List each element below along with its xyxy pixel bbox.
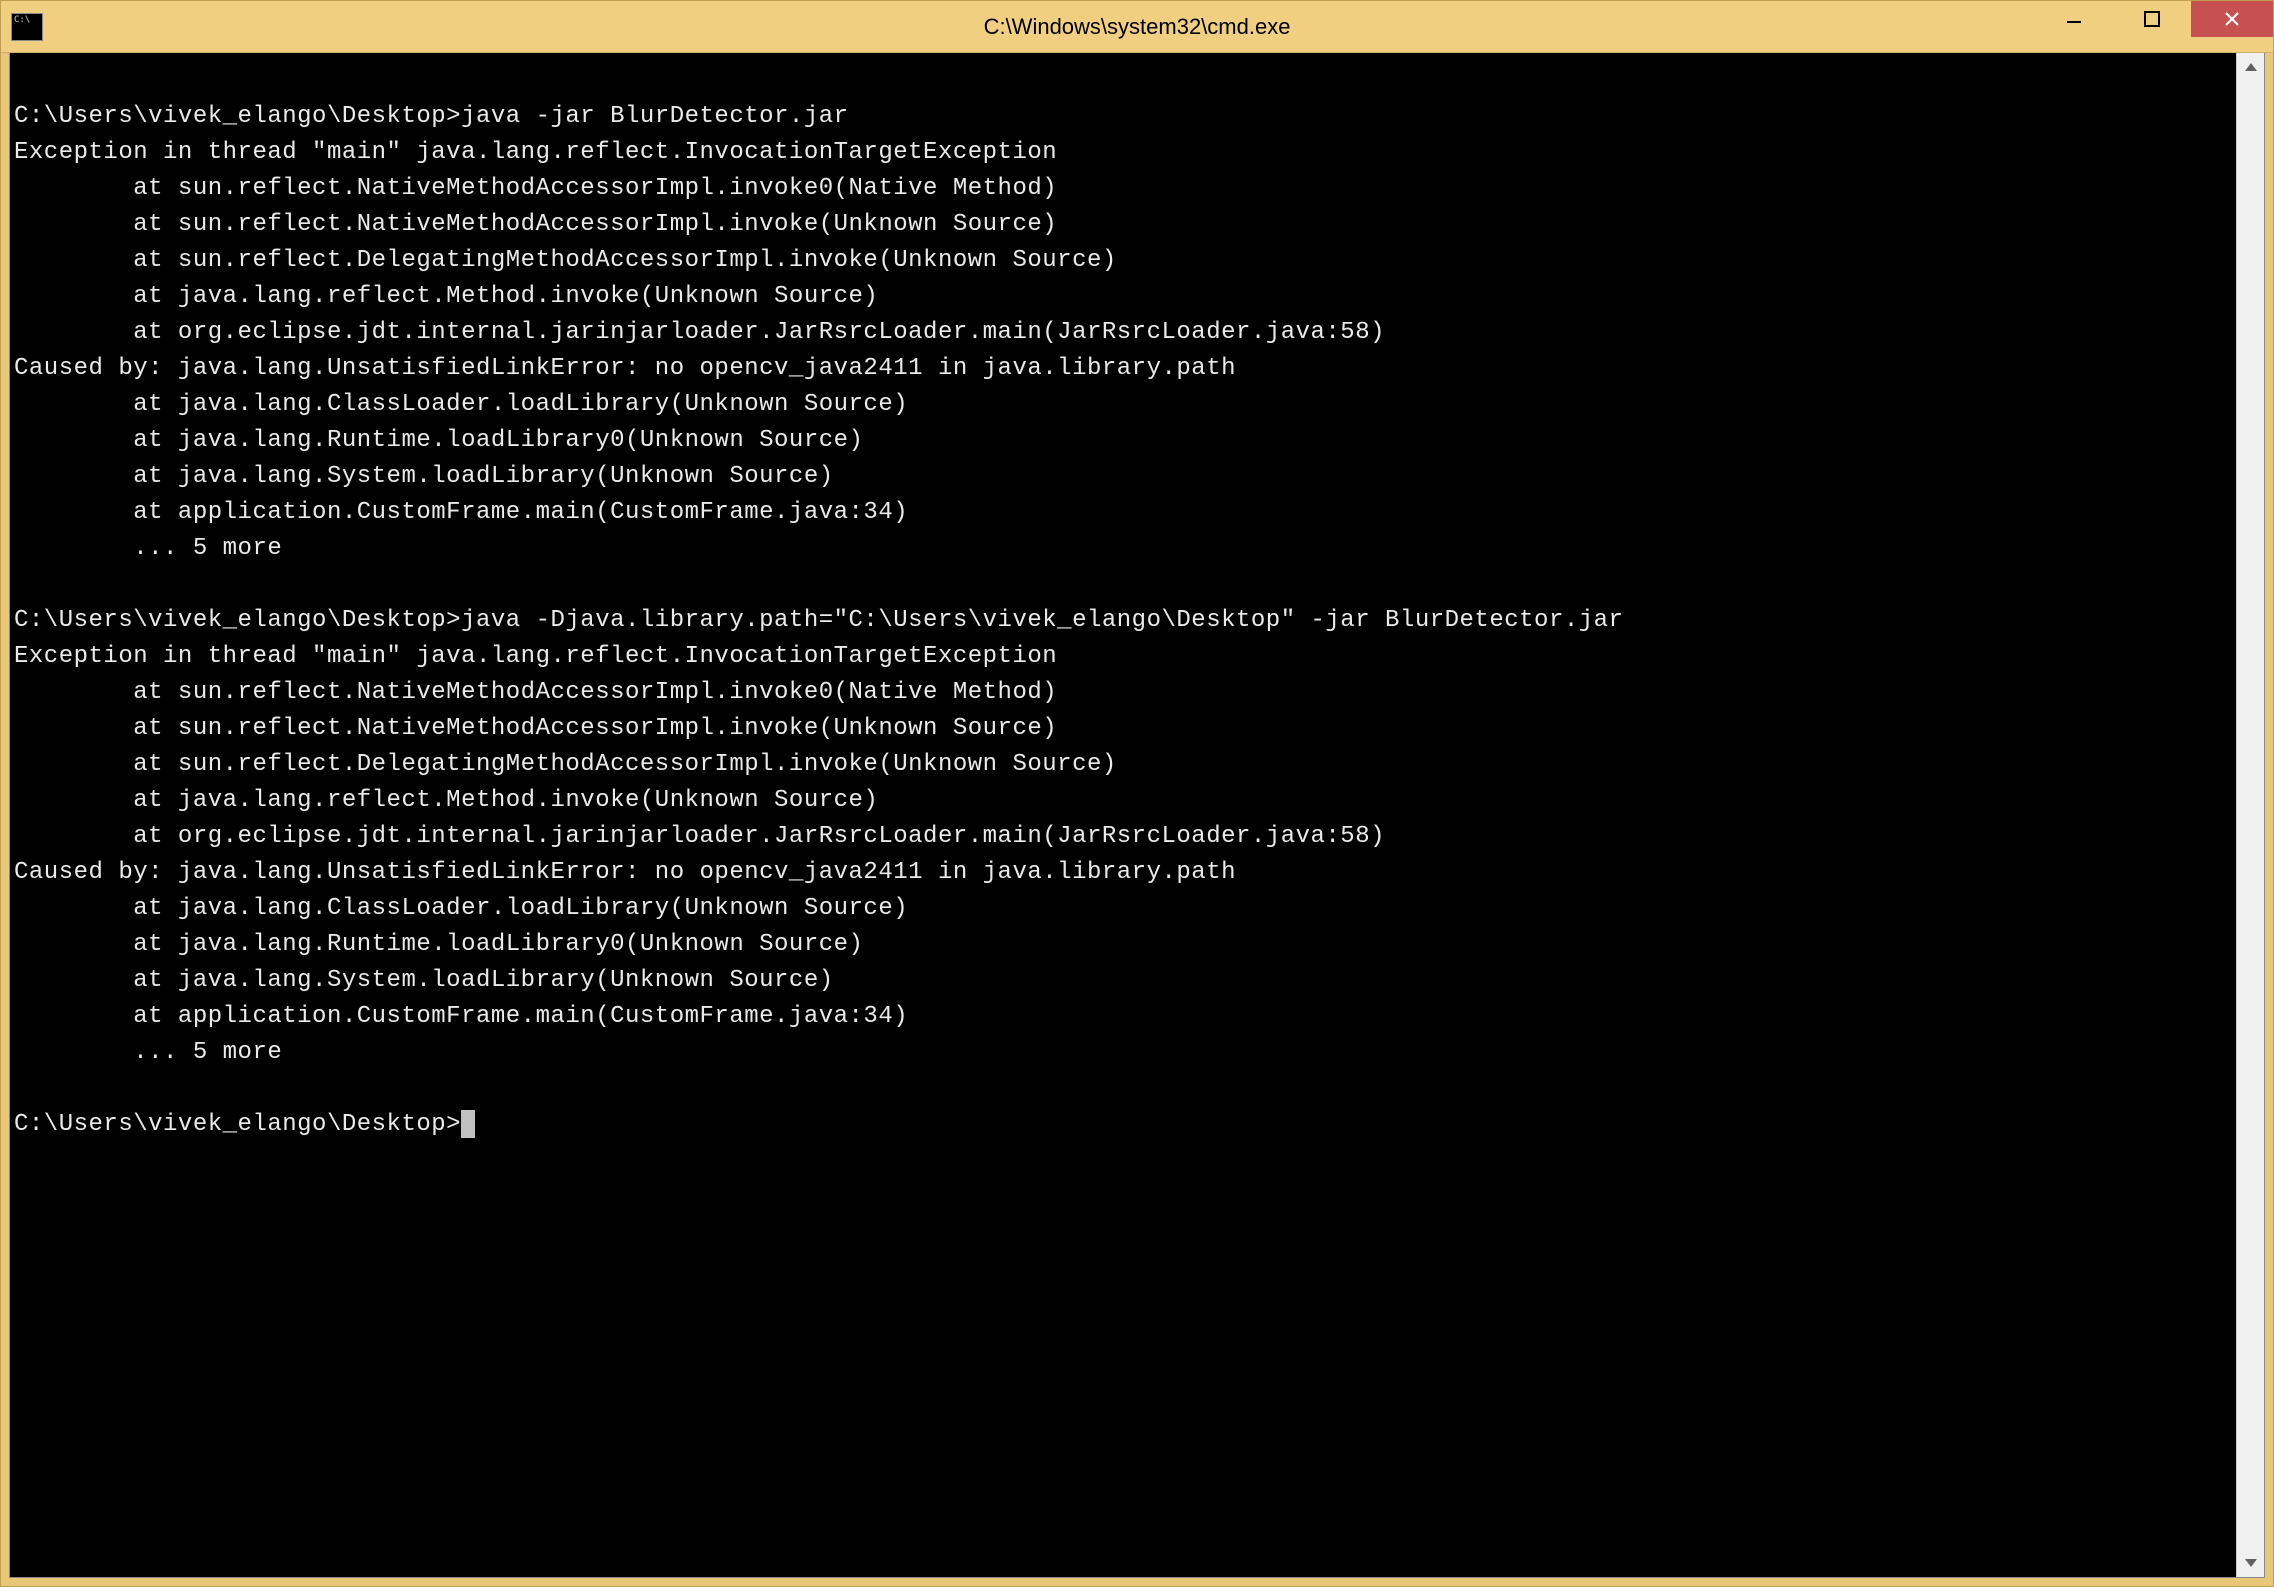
scroll-down-arrow-icon[interactable]	[2237, 1549, 2264, 1577]
close-button[interactable]	[2191, 1, 2273, 37]
title-bar[interactable]: C:\ C:\Windows\system32\cmd.exe	[1, 1, 2273, 53]
close-icon	[2223, 10, 2241, 28]
minimize-button[interactable]	[2035, 1, 2113, 37]
cmd-icon: C:\	[11, 13, 43, 41]
terminal-container: C:\Users\vivek_elango\Desktop>java -jar …	[9, 53, 2265, 1578]
terminal-output[interactable]: C:\Users\vivek_elango\Desktop>java -jar …	[10, 53, 2236, 1577]
vertical-scrollbar[interactable]	[2236, 53, 2264, 1577]
window-controls	[2035, 1, 2273, 52]
maximize-button[interactable]	[2113, 1, 2191, 37]
cursor	[461, 1110, 475, 1138]
window-title: C:\Windows\system32\cmd.exe	[984, 14, 1291, 40]
cmd-icon-label: C:\	[14, 16, 30, 25]
maximize-icon	[2143, 10, 2161, 28]
minimize-icon	[2065, 10, 2083, 28]
cmd-window: C:\ C:\Windows\system32\cmd.exe	[0, 0, 2274, 1587]
scroll-up-arrow-icon[interactable]	[2237, 53, 2264, 81]
scrollbar-track[interactable]	[2237, 81, 2264, 1549]
